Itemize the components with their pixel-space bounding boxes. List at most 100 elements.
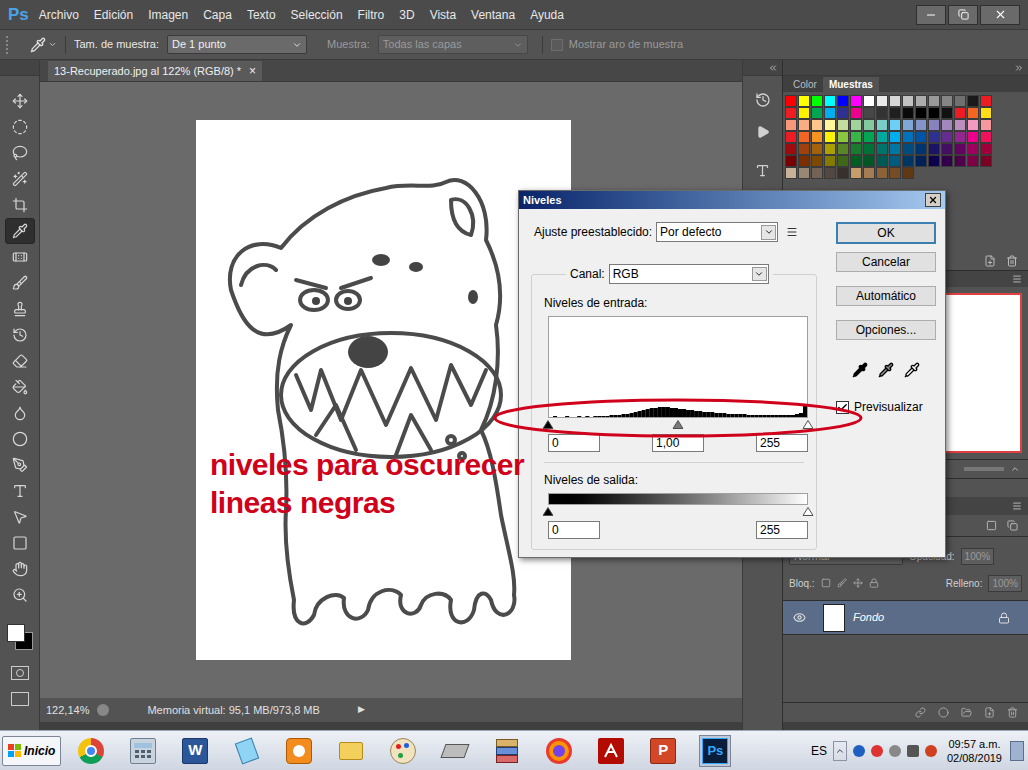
swatch[interactable] [824, 167, 836, 179]
swatch[interactable] [811, 155, 823, 167]
swatch[interactable] [837, 131, 849, 143]
taskbar-app[interactable] [127, 735, 159, 767]
tool-button[interactable] [5, 452, 35, 478]
swatch[interactable] [850, 143, 862, 155]
swatch[interactable] [902, 131, 914, 143]
swatch[interactable] [798, 143, 810, 155]
swatch[interactable] [889, 167, 901, 179]
menu-item[interactable]: 3D [399, 6, 414, 24]
taskbar-app[interactable] [491, 735, 523, 767]
panel-tab[interactable]: Color [787, 77, 823, 92]
dialog-button[interactable]: OK [836, 222, 936, 244]
swatch[interactable] [902, 119, 914, 131]
swatch[interactable] [837, 119, 849, 131]
swatch[interactable] [850, 167, 862, 179]
swatch[interactable] [915, 95, 927, 107]
menu-item[interactable]: Ayuda [530, 6, 564, 24]
swatch[interactable] [928, 95, 940, 107]
taskbar-app[interactable] [283, 735, 315, 767]
swatch[interactable] [915, 143, 927, 155]
show-ring-checkbox[interactable]: Mostrar aro de muestra [551, 36, 683, 53]
swatch[interactable] [889, 131, 901, 143]
menu-item[interactable]: Capa [203, 6, 232, 24]
output-level-field[interactable]: 0 [548, 521, 600, 539]
swatch[interactable] [954, 119, 966, 131]
tool-button[interactable] [5, 88, 35, 114]
sample-size-select[interactable]: De 1 punto [167, 35, 307, 54]
swatch[interactable] [902, 143, 914, 155]
swatch[interactable] [798, 95, 810, 107]
tool-button[interactable] [5, 166, 35, 192]
swatch[interactable] [941, 143, 953, 155]
menu-item[interactable]: Texto [247, 6, 276, 24]
swatch[interactable] [941, 155, 953, 167]
swatch[interactable] [785, 107, 797, 119]
swatch[interactable] [941, 119, 953, 131]
swatch[interactable] [785, 167, 797, 179]
taskbar-app[interactable]: W [179, 735, 211, 767]
swatch[interactable] [876, 119, 888, 131]
swatch[interactable] [915, 155, 927, 167]
swatch[interactable] [863, 155, 875, 167]
sample-select[interactable]: Todas las capas [378, 35, 528, 54]
swatch[interactable] [785, 119, 797, 131]
swatch[interactable] [980, 119, 992, 131]
slider-handle-icon[interactable] [673, 420, 684, 429]
dialog-button[interactable]: Cancelar [836, 252, 936, 272]
swatch[interactable] [954, 155, 966, 167]
tool-button[interactable] [5, 348, 35, 374]
swatch[interactable] [824, 131, 836, 143]
dialog-button[interactable]: Automático [836, 286, 936, 306]
swatch[interactable] [967, 155, 979, 167]
swatch[interactable] [811, 95, 823, 107]
swatch[interactable] [928, 155, 940, 167]
swatch[interactable] [954, 143, 966, 155]
swatch[interactable] [811, 167, 823, 179]
tool-button[interactable] [5, 218, 35, 244]
slider-handle-icon[interactable] [803, 507, 814, 516]
tool-preset-picker[interactable] [20, 37, 57, 53]
preset-select[interactable]: Por defecto [656, 222, 778, 242]
menu-item[interactable]: Filtro [358, 6, 385, 24]
swatch[interactable] [863, 131, 875, 143]
swatch[interactable] [902, 107, 914, 119]
taskbar-app[interactable] [231, 735, 263, 767]
swatch[interactable] [863, 143, 875, 155]
slider-handle-icon[interactable] [543, 420, 554, 429]
swatch[interactable] [941, 95, 953, 107]
swatch[interactable] [980, 143, 992, 155]
tool-button[interactable] [5, 582, 35, 608]
swatch[interactable] [785, 143, 797, 155]
menu-item[interactable]: Edición [94, 6, 133, 24]
swatch[interactable] [824, 107, 836, 119]
swatch[interactable] [876, 131, 888, 143]
swatch[interactable] [928, 131, 940, 143]
swatch[interactable] [915, 119, 927, 131]
taskbar-app[interactable]: P [647, 735, 679, 767]
swatch[interactable] [863, 107, 875, 119]
clock[interactable]: 09:57 a.m.02/08/2019 [947, 737, 1002, 765]
tool-button[interactable] [5, 530, 35, 556]
swatch[interactable] [785, 95, 797, 107]
swatch[interactable] [837, 155, 849, 167]
swatch[interactable] [902, 155, 914, 167]
tool-button[interactable] [5, 400, 35, 426]
swatch[interactable] [850, 131, 862, 143]
swatch[interactable] [889, 143, 901, 155]
menu-item[interactable]: Archivo [39, 6, 79, 24]
tool-button[interactable] [5, 504, 35, 530]
swatch[interactable] [980, 155, 992, 167]
dialog-close-button[interactable] [925, 193, 941, 207]
swatch[interactable] [837, 167, 849, 179]
tool-button[interactable] [5, 114, 35, 140]
swatch[interactable] [967, 95, 979, 107]
menu-item[interactable]: Ventana [471, 6, 515, 24]
minimize-button[interactable] [916, 5, 946, 25]
swatch[interactable] [941, 131, 953, 143]
close-button[interactable] [980, 5, 1020, 25]
swatch[interactable] [915, 131, 927, 143]
swatch[interactable] [785, 155, 797, 167]
swatch[interactable] [811, 107, 823, 119]
swatch[interactable] [954, 107, 966, 119]
slider-handle-icon[interactable] [803, 420, 814, 429]
